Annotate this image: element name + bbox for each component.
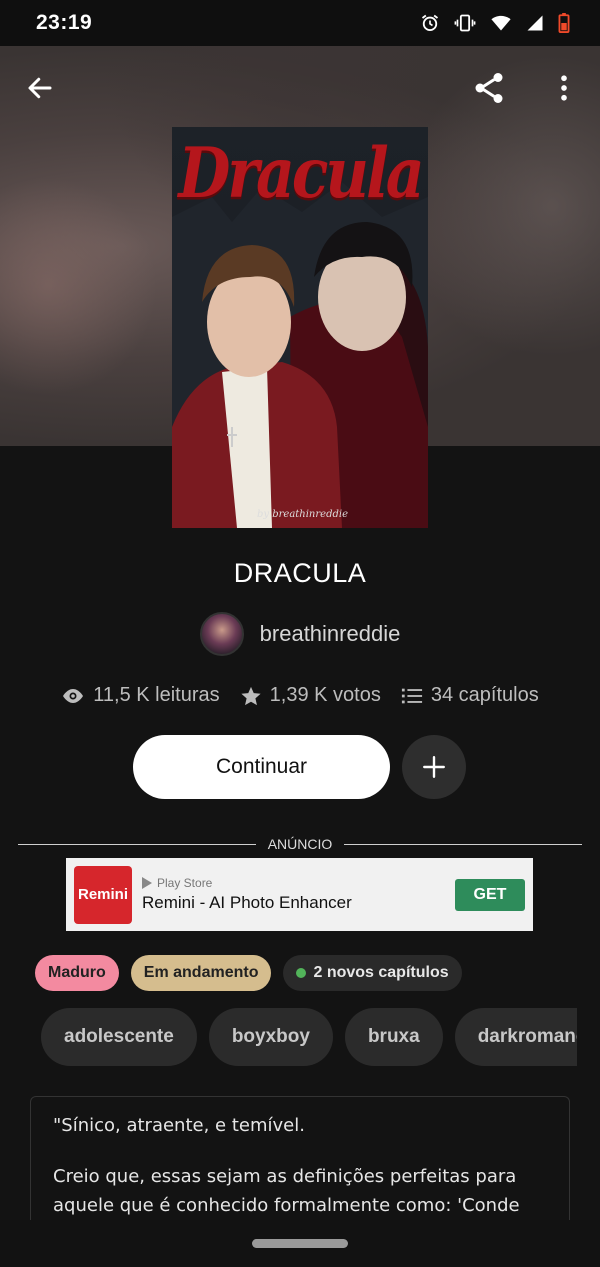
reads-count: 11,5 K leituras xyxy=(93,684,220,706)
status-bar: 23:19 xyxy=(0,0,600,46)
list-icon xyxy=(401,688,422,703)
author-name[interactable]: breathinreddie xyxy=(260,621,401,647)
chapters-count: 34 capítulos xyxy=(430,684,539,706)
battery-low-icon xyxy=(558,13,570,33)
tag-chip[interactable]: adolescente xyxy=(41,1008,197,1066)
tag-chip[interactable]: boyxboy xyxy=(208,1008,333,1066)
eye-icon xyxy=(63,688,84,703)
mature-badge: Maduro xyxy=(35,955,119,991)
add-to-library-button[interactable] xyxy=(402,735,466,799)
signal-icon xyxy=(527,15,543,31)
plus-icon xyxy=(423,756,445,778)
chapters-stat: 34 capítulos xyxy=(401,684,539,707)
description-line: Creio que, essas sejam as definições per… xyxy=(53,1166,520,1216)
share-icon xyxy=(475,73,503,103)
story-title: DRACULA xyxy=(233,558,367,588)
cover-title-art: Dracula xyxy=(178,133,424,215)
cover-byline: by breathinreddie xyxy=(256,509,348,520)
status-time: 23:19 xyxy=(36,11,93,34)
ad-store: Play Store xyxy=(142,876,455,890)
tag-list: adolescente boyxboy bruxa darkromance xyxy=(41,1008,577,1068)
book-cover[interactable]: Dracula by breathinreddie xyxy=(172,127,428,528)
arrow-left-icon xyxy=(28,77,52,99)
new-chapters-label: 2 novos capítulos xyxy=(313,964,449,981)
alarm-icon xyxy=(421,14,439,32)
tag-chip[interactable]: bruxa xyxy=(344,1008,443,1066)
vibrate-icon xyxy=(454,14,476,32)
author-link[interactable]: breathinreddie xyxy=(0,612,600,656)
ad-app-logo: Remini xyxy=(74,865,132,924)
reads-stat: 11,5 K leituras xyxy=(61,684,220,707)
more-options-button[interactable] xyxy=(542,66,586,110)
new-dot-icon xyxy=(296,968,307,978)
story-stats: 11,5 K leituras 1,39 K votos 34 capítulo… xyxy=(0,684,600,707)
status-badge: Em andamento xyxy=(130,955,272,991)
description-line: "Sínico, atraente, e temível. xyxy=(53,1115,305,1136)
back-button[interactable] xyxy=(18,66,62,110)
ad-text: Play Store Remini - AI Photo Enhancer xyxy=(142,876,455,913)
author-avatar[interactable] xyxy=(199,612,244,656)
ad-divider: ANÚNCIO xyxy=(18,836,582,852)
story-description[interactable]: "Sínico, atraente, e temível. Creio que,… xyxy=(30,1096,570,1220)
ad-app-name: Remini - AI Photo Enhancer xyxy=(142,893,352,912)
votes-stat: 1,39 K votos xyxy=(240,684,381,707)
new-chapters-badge: 2 novos capítulos xyxy=(283,955,462,991)
continue-reading-button[interactable]: Continuar xyxy=(133,735,390,799)
home-gesture-bar[interactable] xyxy=(252,1239,348,1248)
ad-store-label: Play Store xyxy=(157,876,213,890)
star-icon xyxy=(241,686,261,705)
tag-chip[interactable]: darkromance xyxy=(454,1008,577,1066)
ad-banner[interactable]: Remini Play Store Remini - AI Photo Enha… xyxy=(66,858,533,931)
status-icons xyxy=(420,13,570,33)
votes-count: 1,39 K votos xyxy=(269,684,381,706)
ad-label: ANÚNCIO xyxy=(267,836,333,852)
play-store-icon xyxy=(142,877,152,889)
wifi-icon xyxy=(491,15,511,31)
ad-get-button[interactable]: GET xyxy=(455,878,525,911)
share-button[interactable] xyxy=(467,66,511,110)
more-vertical-icon xyxy=(561,75,567,101)
story-badges: Maduro Em andamento 2 novos capítulos xyxy=(35,955,462,991)
